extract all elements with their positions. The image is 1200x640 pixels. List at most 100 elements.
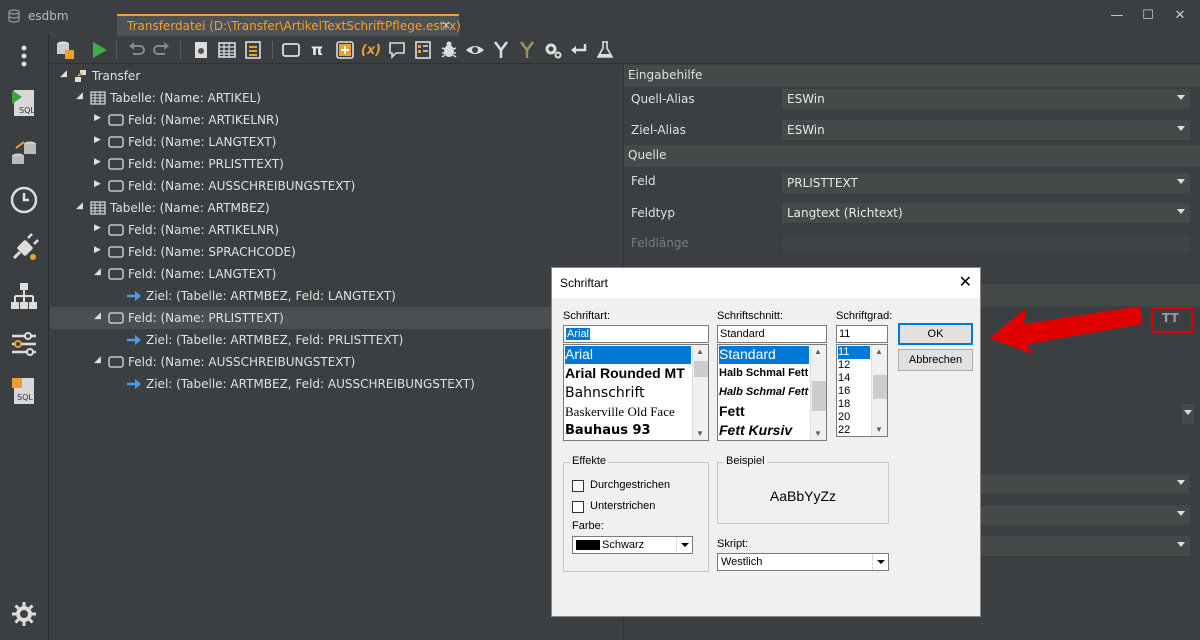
debug-bug-icon[interactable] bbox=[438, 39, 460, 61]
run-icon[interactable] bbox=[88, 39, 110, 61]
ziel-alias-select[interactable]: ESWin bbox=[781, 119, 1191, 141]
tree-toggle-expanded-icon[interactable]: ◢ bbox=[76, 91, 86, 103]
settings-gear-icon[interactable] bbox=[8, 598, 40, 630]
durchgestrichen-checkbox[interactable] bbox=[572, 480, 584, 492]
list-item[interactable]: Fett bbox=[719, 403, 745, 419]
list-item[interactable]: Baskerville Old Face bbox=[565, 404, 675, 420]
list-item[interactable]: 11 bbox=[838, 346, 870, 359]
schriftart-input[interactable]: Arial bbox=[563, 325, 709, 343]
scroll-up-icon[interactable]: ▲ bbox=[814, 347, 822, 356]
plugin-connect-icon[interactable] bbox=[8, 232, 40, 264]
schriftschnitt-list[interactable]: Standard Halb Schmal Fett Halb Schmal Fe… bbox=[717, 344, 827, 441]
document-tab-close-icon[interactable]: × bbox=[441, 18, 451, 32]
abbrechen-button[interactable]: Abbrechen bbox=[898, 349, 973, 371]
tree-toggle-collapsed-icon[interactable]: ▶ bbox=[94, 135, 104, 147]
dialog-close-button[interactable]: ✕ bbox=[959, 272, 972, 292]
tree-toggle-expanded-icon[interactable]: ◢ bbox=[94, 311, 104, 323]
field-box-icon[interactable] bbox=[280, 39, 302, 61]
tree-item-target[interactable]: Ziel: (Tabelle: ARTMBEZ, Feld: LANGTEXT) bbox=[50, 285, 622, 307]
font-button-icon[interactable]: TT bbox=[1162, 311, 1179, 325]
list-item[interactable]: 12 bbox=[838, 359, 850, 371]
file-settings-icon[interactable] bbox=[190, 39, 212, 61]
tree-item-field-selected[interactable]: ◢ Feld: (Name: PRLISTTEXT) bbox=[50, 307, 622, 329]
list-item[interactable]: 22 bbox=[838, 424, 850, 436]
window-close-button[interactable]: ✕ bbox=[1170, 6, 1190, 26]
tree-item-table-artmbez[interactable]: ◢ Tabelle: (Name: ARTMBEZ) bbox=[50, 197, 622, 219]
minimize-button[interactable]: — bbox=[1107, 6, 1127, 26]
flask-icon[interactable] bbox=[594, 39, 616, 61]
scroll-up-icon[interactable]: ▲ bbox=[875, 347, 883, 356]
tree-item-target[interactable]: Ziel: (Tabelle: ARTMBEZ, Feld: PRLISTTEX… bbox=[50, 329, 622, 351]
tree-item-field[interactable]: ▶ Feld: (Name: AUSSCHREIBUNGSTEXT) bbox=[50, 175, 622, 197]
skript-select[interactable]: Westlich bbox=[717, 553, 889, 571]
list-item[interactable]: Bahnschrift bbox=[565, 385, 645, 401]
scroll-down-icon[interactable]: ▼ bbox=[875, 425, 883, 434]
sql-file-icon[interactable]: SQL bbox=[8, 376, 40, 408]
history-clock-icon[interactable] bbox=[8, 184, 40, 216]
tree-item-field[interactable]: ◢ Feld: (Name: LANGTEXT) bbox=[50, 263, 622, 285]
formula-pi-icon[interactable]: π bbox=[306, 39, 328, 61]
database-settings-icon[interactable] bbox=[54, 39, 76, 61]
merge-disabled-icon[interactable] bbox=[516, 39, 538, 61]
ok-button[interactable]: OK bbox=[898, 323, 973, 345]
list-item[interactable]: Arial bbox=[565, 346, 691, 364]
feld-select[interactable]: PRLISTTEXT bbox=[781, 172, 1191, 194]
section-quelle[interactable]: Quelle bbox=[624, 145, 1200, 167]
scrollbar[interactable]: ▲ ▼ bbox=[810, 345, 826, 440]
list-item[interactable]: Bauhaus 93 bbox=[565, 423, 651, 438]
schriftgrad-list[interactable]: 11 12 14 16 18 20 22 ▲ ▼ bbox=[836, 344, 888, 437]
tree-item-target[interactable]: Ziel: (Tabelle: ARTMBEZ, Feld: AUSSCHREI… bbox=[50, 373, 622, 395]
function-x-icon[interactable]: (x) bbox=[360, 39, 382, 61]
tree-toggle-collapsed-icon[interactable]: ▶ bbox=[94, 113, 104, 125]
undo-icon[interactable] bbox=[126, 39, 148, 61]
schriftgrad-input[interactable]: 11 bbox=[836, 325, 888, 343]
feldtyp-select[interactable]: Langtext (Richtext) bbox=[781, 202, 1191, 224]
return-arrow-icon[interactable] bbox=[568, 39, 590, 61]
scroll-down-icon[interactable]: ▼ bbox=[696, 429, 704, 438]
settings-list-icon[interactable] bbox=[8, 328, 40, 360]
list-item[interactable]: 20 bbox=[838, 411, 850, 423]
scroll-thumb[interactable] bbox=[812, 381, 826, 411]
scroll-down-icon[interactable]: ▼ bbox=[814, 429, 822, 438]
more-options-icon[interactable] bbox=[8, 40, 40, 72]
preview-eye-icon[interactable] bbox=[464, 39, 486, 61]
table-icon[interactable] bbox=[216, 39, 238, 61]
list-item[interactable]: Halb Schmal Fett bbox=[719, 367, 808, 379]
scroll-up-icon[interactable]: ▲ bbox=[696, 347, 704, 356]
document-tab[interactable]: Transferdatei (D:\Transfer\ArtikelTextSc… bbox=[117, 14, 461, 36]
tree-item-table-artikel[interactable]: ◢ Tabelle: (Name: ARTIKEL) bbox=[50, 87, 622, 109]
list-item[interactable]: Arial Rounded MT bbox=[565, 365, 685, 381]
section-eingabehilfe[interactable]: Eingabehilfe bbox=[624, 65, 1200, 87]
list-item[interactable]: Halb Schmal Fett bbox=[719, 386, 808, 398]
merge-icon[interactable] bbox=[490, 39, 512, 61]
tree-toggle-collapsed-icon[interactable]: ▶ bbox=[94, 245, 104, 257]
tree-toggle-expanded-icon[interactable]: ◢ bbox=[94, 267, 104, 279]
scroll-thumb[interactable] bbox=[694, 361, 708, 377]
farbe-select[interactable]: Schwarz bbox=[572, 536, 693, 554]
quell-alias-select[interactable]: ESWin bbox=[781, 88, 1191, 110]
tree-item-transfer[interactable]: ◢ Transfer bbox=[50, 65, 622, 87]
add-field-icon[interactable] bbox=[334, 39, 356, 61]
list-item[interactable]: 14 bbox=[838, 372, 850, 384]
tree-item-field[interactable]: ▶ Feld: (Name: ARTIKELNR) bbox=[50, 109, 622, 131]
tree-item-field[interactable]: ▶ Feld: (Name: SPRACHCODE) bbox=[50, 241, 622, 263]
schriftart-list[interactable]: Arial Arial Rounded MT Bahnschrift Baske… bbox=[563, 344, 709, 441]
checklist-icon[interactable] bbox=[412, 39, 434, 61]
maximize-button[interactable]: ☐ bbox=[1138, 6, 1158, 26]
schriftschnitt-input[interactable]: Standard bbox=[717, 325, 827, 343]
tree-toggle-expanded-icon[interactable]: ◢ bbox=[76, 201, 86, 213]
hierarchy-icon[interactable] bbox=[8, 280, 40, 312]
list-document-icon[interactable] bbox=[242, 39, 264, 61]
scrollbar[interactable]: ▲ ▼ bbox=[692, 345, 708, 440]
property-select[interactable] bbox=[1181, 403, 1195, 425]
list-item[interactable]: 18 bbox=[838, 398, 850, 410]
list-item[interactable]: 16 bbox=[838, 385, 850, 397]
tree-toggle-collapsed-icon[interactable]: ▶ bbox=[94, 179, 104, 191]
redo-icon[interactable] bbox=[150, 39, 172, 61]
tree-item-field[interactable]: ◢ Feld: (Name: AUSSCHREIBUNGSTEXT) bbox=[50, 351, 622, 373]
unterstrichen-checkbox[interactable] bbox=[572, 501, 584, 513]
gear-settings-icon[interactable] bbox=[542, 39, 564, 61]
list-item[interactable]: Fett Kursiv bbox=[719, 422, 792, 438]
list-item[interactable]: Standard bbox=[719, 346, 809, 364]
scroll-thumb[interactable] bbox=[873, 375, 887, 399]
